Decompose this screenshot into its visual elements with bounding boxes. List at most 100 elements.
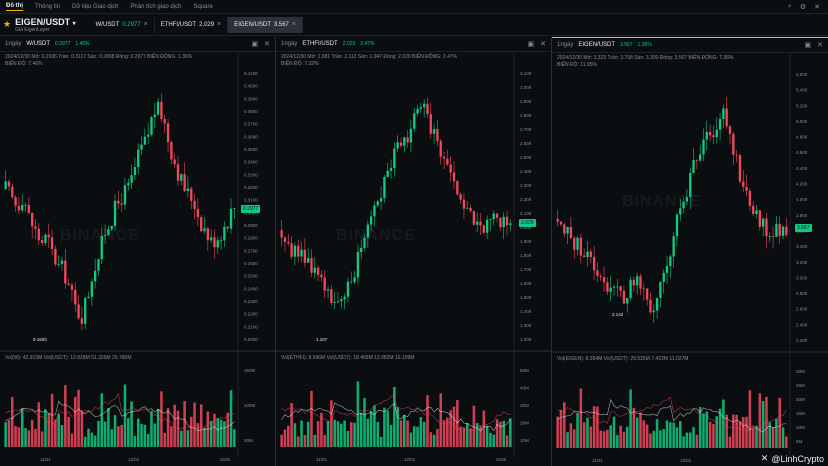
candle-body <box>293 245 297 257</box>
volume-bar <box>655 419 659 448</box>
volume-bar <box>609 425 612 448</box>
y-tick-label: 3.400 <box>796 244 808 249</box>
volume-bar <box>130 401 133 447</box>
y-tick-label: 3.800 <box>796 213 808 218</box>
volume-bar <box>635 417 639 448</box>
candle-body <box>57 263 60 265</box>
close-icon[interactable]: ✕ <box>814 3 820 11</box>
volume-bar <box>369 410 373 447</box>
y-tick-label: 3.000 <box>796 275 808 280</box>
volume-tick-label: 10M <box>520 438 529 443</box>
candle-body <box>343 296 346 300</box>
chart-panel-w[interactable]: 1ngày W/USDT 0.2977 1.46% ▣ ✕ 2024/12/30 … <box>0 37 276 466</box>
candle-body <box>449 164 452 173</box>
volume-bar <box>54 419 57 447</box>
candle-body <box>735 154 738 156</box>
candle-body <box>748 190 752 206</box>
volume-bar <box>359 412 363 447</box>
volume-bar <box>353 422 356 447</box>
candle-body <box>160 101 163 119</box>
tab-eigen-usdt[interactable]: EIGEN/USDT 3.567 × <box>228 16 303 33</box>
nav-square[interactable]: Square <box>193 4 212 10</box>
volume-bar <box>672 422 675 448</box>
close-icon[interactable]: × <box>144 21 148 28</box>
y-tick-label: 0.4100 <box>244 71 258 76</box>
close-icon[interactable]: × <box>217 21 221 28</box>
volume-bar <box>146 434 150 447</box>
symbol-bar: ★ EIGEN/USDT ▾ Giá EigenLayer W/USDT 0.29… <box>0 14 828 36</box>
candle-body <box>485 219 489 233</box>
tab-ethfi-usdt[interactable]: ETHFI/USDT 2.029 × <box>155 16 229 33</box>
volume-bar <box>280 434 283 447</box>
volume-bar <box>20 408 24 447</box>
candle-body <box>482 225 485 233</box>
volume-bar <box>725 414 728 448</box>
x-tick-label: 2025 <box>220 457 231 462</box>
nav-info[interactable]: Thông tin <box>35 4 60 10</box>
volume-bar <box>399 420 403 447</box>
volume-tick-label: 40M <box>520 386 529 391</box>
candle-body <box>173 159 176 165</box>
volume-bar <box>87 428 90 447</box>
volume-bar <box>505 435 509 447</box>
nav-trading-analysis[interactable]: Phân tích giao dịch <box>130 4 181 10</box>
volume-bar <box>645 424 649 448</box>
volume-bar <box>675 427 679 448</box>
y-tick-label: 0.2700 <box>244 248 258 253</box>
candle-body <box>629 279 632 299</box>
volume-bar <box>166 408 170 447</box>
symbol-selector[interactable]: EIGEN/USDT ▾ Giá EigenLayer <box>15 17 76 33</box>
candle-body <box>406 137 409 143</box>
candle-body <box>492 213 495 220</box>
x-tick-label: 11/01 <box>316 457 327 462</box>
y-tick-label: 4.800 <box>796 135 808 140</box>
candle-body <box>645 288 649 300</box>
candle-body <box>429 114 432 134</box>
y-tick-label: 2.200 <box>520 197 532 202</box>
volume-bar <box>383 407 386 447</box>
volume-bar <box>24 428 27 447</box>
close-icon[interactable]: × <box>292 21 296 28</box>
candle-body <box>489 219 492 220</box>
candle-body <box>37 228 40 241</box>
nav-trading-data[interactable]: Dữ liệu Giao dịch <box>72 4 118 10</box>
volume-bar <box>403 414 406 447</box>
candle-body <box>4 181 7 189</box>
volume-bar <box>682 436 685 448</box>
volume-bar <box>616 435 619 448</box>
gear-icon[interactable]: ⚙ <box>800 3 806 11</box>
volume-bar <box>679 421 682 448</box>
volume-bar <box>612 416 616 448</box>
candle-body <box>369 216 373 225</box>
volume-bar <box>569 423 573 448</box>
candle-body <box>346 281 350 297</box>
candle-body <box>409 128 413 143</box>
tab-w-usdt[interactable]: W/USDT 0.2977 × <box>90 16 155 33</box>
candle-body <box>150 117 153 135</box>
chart-panel-ethfi[interactable]: 1ngày ETHFI/USDT 2.029 2.47% ▣ ✕ 2024/12/… <box>276 37 552 466</box>
chart-panel-eigen[interactable]: 1ngày EIGEN/USDT 3.567 1.36% ▣ ✕ 2024/12/… <box>552 37 828 466</box>
top-nav: Đồ thị Thông tin Dữ liệu Giao dịch Phân … <box>0 0 828 14</box>
candle-body <box>689 172 692 198</box>
volume-bar <box>665 420 669 448</box>
nav-chart[interactable]: Đồ thị <box>6 3 23 11</box>
volume-bar <box>47 413 51 447</box>
candle-body <box>303 249 307 263</box>
candle-body <box>768 236 771 237</box>
candle-body <box>77 304 80 319</box>
y-tick-label: 1.900 <box>520 239 532 244</box>
candle-body <box>14 197 17 206</box>
candle-body <box>156 101 160 115</box>
volume-bar <box>439 393 443 447</box>
candle-body <box>403 137 406 146</box>
y-tick-label: 3.000 <box>520 85 532 90</box>
volume-bar <box>459 427 462 447</box>
favorite-star-icon[interactable]: ★ <box>3 19 11 30</box>
volume-tick-label: 100M <box>244 403 256 408</box>
candle-body <box>426 103 429 115</box>
candle-body <box>223 226 226 241</box>
y-tick-label: 2.700 <box>520 127 532 132</box>
volume-bar <box>300 420 303 447</box>
volume-bar <box>336 421 340 447</box>
search-icon[interactable]: ⌕ <box>788 3 792 11</box>
